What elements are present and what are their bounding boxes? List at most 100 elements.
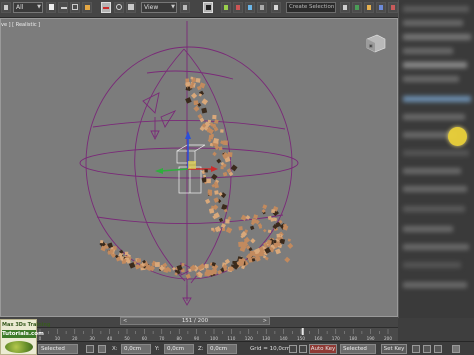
command-panel-row[interactable] [403, 206, 465, 212]
command-panel-row[interactable] [403, 186, 467, 192]
z-coord-field[interactable]: 0,0cm [207, 344, 237, 354]
reference-coordinate-dropdown[interactable]: View ▼ [141, 2, 177, 13]
select-and-rotate-icon[interactable] [114, 2, 124, 13]
command-panel-row[interactable] [403, 62, 467, 68]
particle [222, 171, 228, 177]
particle [211, 173, 218, 181]
time-slider-prev-icon[interactable]: < [123, 318, 127, 324]
y-coord-label: Y: [155, 346, 160, 352]
go-to-start-icon[interactable] [412, 345, 420, 353]
particle [207, 189, 213, 195]
command-panel-row[interactable] [403, 168, 461, 174]
particle [266, 239, 272, 245]
time-tag-icon[interactable] [289, 345, 297, 353]
particle [185, 78, 190, 83]
track-bar-ruler[interactable]: 0 10 20 30 40 50 60 70 80 90 100 110 120 130 140 150 160… [0, 328, 398, 342]
schematic-view-icon[interactable] [388, 2, 398, 13]
percent-snap-icon[interactable] [245, 2, 255, 13]
time-slider[interactable]: < 151 / 200 > [120, 317, 270, 325]
set-key-button[interactable]: Set Key [381, 344, 407, 354]
command-panel-row[interactable] [403, 244, 469, 250]
command-panel-tabs[interactable] [403, 6, 469, 12]
y-coord-field[interactable]: 0,0cm [164, 344, 194, 354]
particle [107, 250, 112, 254]
command-panel[interactable] [398, 0, 474, 318]
particle [197, 266, 202, 270]
z-coord-label: Z: [198, 346, 204, 352]
window-crossing-icon[interactable] [82, 2, 92, 13]
particle [238, 241, 244, 248]
particle [225, 226, 233, 234]
command-panel-row[interactable] [403, 76, 459, 82]
status-bar: Selected X: 0,0cm Y: 0,0cm Z: 0,0cm Grid… [0, 341, 474, 355]
command-panel-row[interactable] [403, 114, 465, 120]
time-configuration-icon[interactable] [452, 345, 460, 353]
time-slider-next-icon[interactable]: > [263, 318, 267, 324]
undo-icon[interactable] [1, 2, 11, 13]
particle [201, 107, 208, 114]
x-coord-field[interactable]: 0,0cm [121, 344, 151, 354]
chevron-down-icon: ▼ [171, 4, 175, 10]
command-panel-row[interactable] [403, 96, 471, 102]
curve-editor-icon[interactable] [376, 2, 386, 13]
particle [193, 105, 200, 112]
particle [208, 208, 215, 214]
command-panel-row[interactable] [403, 226, 453, 232]
command-panel-row[interactable] [403, 20, 463, 26]
particle [206, 178, 211, 184]
command-panel-row[interactable] [403, 262, 461, 268]
particle [185, 82, 190, 87]
layer-manager-icon[interactable] [364, 2, 374, 13]
particle [124, 251, 129, 256]
key-icon[interactable] [299, 345, 307, 353]
angle-snap-icon[interactable] [233, 2, 243, 13]
command-panel-row[interactable] [403, 34, 471, 40]
selection-filter-value: All [16, 4, 24, 11]
snaps-toggle-icon[interactable] [221, 2, 231, 13]
absolute-relative-toggle-icon[interactable] [98, 345, 106, 353]
particle [191, 92, 198, 99]
lock-selection-icon[interactable] [86, 345, 94, 353]
command-panel-row[interactable] [403, 48, 453, 54]
auto-key-button[interactable]: Auto Key [309, 344, 337, 354]
particle [208, 134, 214, 140]
move-transform-gizmo[interactable] [155, 131, 218, 174]
particle [213, 119, 219, 124]
command-panel-row[interactable] [403, 282, 467, 288]
select-and-scale-icon[interactable] [126, 2, 136, 13]
particle [185, 97, 192, 104]
align-icon[interactable] [352, 2, 362, 13]
logo-line-2: Tutorials.com [2, 330, 44, 338]
particle [251, 251, 256, 256]
go-to-end-icon[interactable] [434, 345, 442, 353]
command-panel-row[interactable] [403, 150, 469, 156]
particle [258, 225, 263, 229]
mirror-icon[interactable] [340, 2, 350, 13]
key-filter-selected-dropdown[interactable]: Selected [340, 344, 376, 354]
pivot-point-icon[interactable] [180, 2, 190, 13]
particle [223, 140, 228, 146]
mouse-cursor-highlight-icon [448, 127, 467, 146]
spinner-snap-icon[interactable] [257, 2, 267, 13]
particle [218, 146, 223, 151]
select-and-move-icon[interactable] [101, 2, 111, 13]
particle [190, 76, 194, 80]
select-by-name-icon[interactable] [58, 2, 68, 13]
selection-filter-dropdown[interactable]: All ▼ [13, 2, 43, 13]
viewport-scene[interactable]: ▣ [1, 19, 397, 316]
particle [245, 215, 251, 220]
play-animation-icon[interactable] [423, 345, 431, 353]
current-frame-marker[interactable] [301, 328, 304, 335]
particle [262, 228, 267, 233]
particle [267, 229, 272, 234]
particle [195, 77, 201, 83]
select-object-icon[interactable] [46, 2, 56, 13]
track-bar[interactable]: 0 10 20 30 40 50 60 70 80 90 100 110 120 130 140 150 160… [0, 327, 398, 341]
rectangular-selection-icon[interactable] [70, 2, 80, 13]
select-manipulate-icon[interactable] [203, 2, 213, 13]
particle [136, 265, 140, 269]
viewcube-icon[interactable]: ▣ [366, 34, 386, 53]
edit-named-selection-icon[interactable] [271, 2, 281, 13]
perspective-viewport[interactable]: ve ] [ Realistic ] ▣ [0, 18, 398, 317]
named-selection-sets-field[interactable]: Create Selection Se [286, 2, 336, 13]
